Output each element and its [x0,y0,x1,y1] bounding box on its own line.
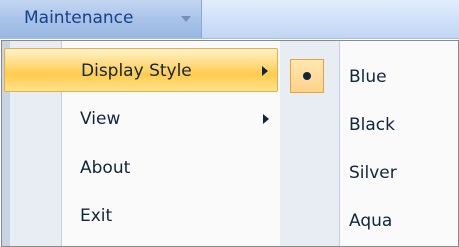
menu-bar: Maintenance [0,0,459,39]
menu-item-exit-label: Exit [80,206,113,226]
submenu-item-blue-label: Blue [349,67,387,87]
submenu-item-blue[interactable]: Blue [280,55,458,99]
menu-item-exit[interactable]: Exit [4,194,278,238]
menu-item-display-style[interactable]: Display Style [4,48,278,92]
menu-maintenance-label: Maintenance [24,8,134,28]
chevron-right-icon [263,114,269,124]
menu-maintenance[interactable]: Maintenance [0,0,202,38]
submenu-item-black[interactable]: Black [280,103,458,147]
menu-item-about-label: About [80,158,131,178]
menu-item-view-label: View [80,109,121,129]
submenu-item-black-label: Black [349,115,395,135]
submenu-item-silver[interactable]: Silver [280,151,458,195]
submenu-item-silver-label: Silver [349,163,397,183]
menu-item-view[interactable]: View [4,97,278,141]
chevron-down-icon [181,16,191,22]
selected-indicator [290,59,324,93]
submenu-item-aqua[interactable]: Aqua [280,199,458,243]
chevron-right-icon [262,66,268,76]
submenu-item-aqua-label: Aqua [349,211,393,231]
menu-item-about[interactable]: About [4,146,278,190]
menu-item-display-style-label: Display Style [81,61,192,81]
display-style-submenu: Blue Black Silver Aqua [280,40,459,247]
radio-dot-icon [303,72,311,80]
maintenance-dropdown: Display Style View About Exit [1,40,281,247]
